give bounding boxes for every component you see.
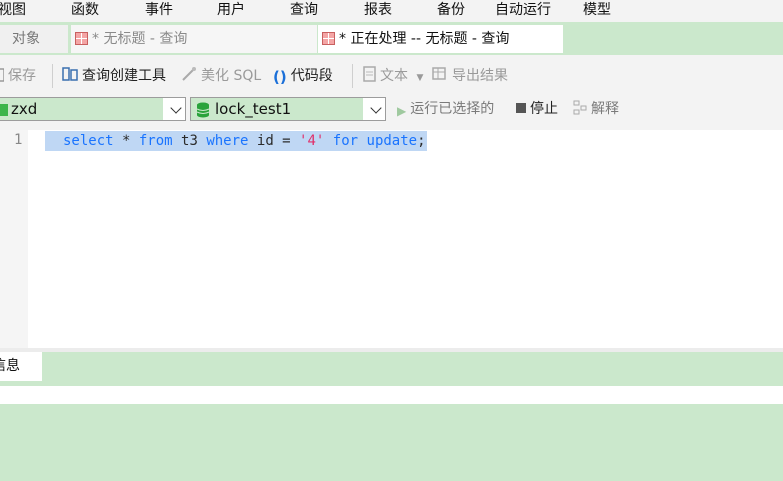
query-table-icon [75, 32, 88, 45]
beautify-sql-button[interactable]: 美化 SQL [181, 66, 261, 86]
line-number: 1 [14, 132, 23, 148]
sql-keyword: update [366, 133, 418, 149]
line-gutter: 1 [0, 130, 28, 348]
query-builder-button[interactable]: 查询创建工具 [62, 66, 166, 86]
stop-label: 停止 [530, 101, 558, 117]
save-icon [0, 68, 4, 82]
connection-bar: zxd lock_test1 ▶ 运行已选择的 停止 解释 [0, 94, 783, 126]
stop-icon [516, 103, 526, 113]
export-result-button[interactable]: 导出结果 [432, 66, 508, 86]
sql-text: id = [248, 133, 300, 149]
play-icon: ▶ [397, 104, 407, 118]
sql-text: ; [417, 133, 426, 149]
menu-backup[interactable]: 备份 [437, 0, 465, 20]
tab-query-untitled-label: * 无标题 - 查询 [92, 31, 188, 47]
tab-objects-label: 对象 [12, 31, 40, 47]
database-value: lock_test1 [191, 98, 363, 120]
save-button-label: 保存 [8, 68, 36, 84]
sql-text: * [113, 133, 139, 149]
connection-value: zxd [0, 98, 163, 120]
sql-string: '4' [299, 133, 325, 149]
menu-model[interactable]: 模型 [583, 0, 611, 20]
code-snippet-label: 代码段 [290, 68, 333, 84]
stop-button[interactable]: 停止 [516, 99, 558, 119]
code-parentheses-icon: () [273, 68, 287, 86]
result-panel-body [0, 404, 783, 481]
connection-name: zxd [11, 100, 38, 118]
query-builder-icon [62, 67, 78, 81]
sql-statement[interactable]: select * from t3 where id = '4' for upda… [45, 131, 427, 151]
menu-event[interactable]: 事件 [145, 0, 173, 20]
run-selected-button[interactable]: ▶ 运行已选择的 [397, 99, 494, 119]
beautify-sql-label: 美化 SQL [201, 68, 262, 84]
text-output-button[interactable]: 文本 ▼ [363, 66, 423, 86]
save-button[interactable]: 保存 [0, 66, 36, 86]
menu-query[interactable]: 查询 [290, 0, 318, 20]
database-name: lock_test1 [215, 100, 292, 118]
query-builder-label: 查询创建工具 [82, 68, 166, 84]
tab-objects[interactable]: 对象 [0, 25, 68, 53]
chevron-down-icon [370, 102, 382, 114]
tab-query-untitled[interactable]: * 无标题 - 查询 [71, 25, 317, 53]
explain-button[interactable]: 解释 [573, 99, 619, 119]
text-output-label: 文本 [380, 68, 408, 84]
query-table-icon [322, 32, 335, 45]
menu-function[interactable]: 函数 [71, 0, 99, 20]
tab-bar: 对象 * 无标题 - 查询 * 正在处理 -- 无标题 - 查询 [0, 22, 783, 55]
tab-query-processing[interactable]: * 正在处理 -- 无标题 - 查询 [318, 25, 563, 53]
explain-tree-icon [573, 100, 587, 115]
connection-icon [0, 104, 8, 116]
tab-query-processing-label: * 正在处理 -- 无标题 - 查询 [339, 31, 510, 47]
query-toolbar: 保存 查询创建工具 美化 SQL () 代码段 文本 ▼ 导出结果 [0, 58, 783, 92]
sql-keyword: select [63, 133, 114, 149]
sql-text: t3 [172, 133, 207, 149]
database-icon [196, 102, 210, 118]
result-tab-bar: 信息 [0, 352, 783, 386]
menu-view[interactable]: 视图 [0, 0, 26, 20]
export-grid-icon [432, 67, 446, 80]
sql-keyword: where [206, 133, 249, 149]
beautify-wand-icon [182, 67, 196, 81]
sql-editor[interactable]: 1 select * from t3 where id = '4' for up… [0, 130, 783, 348]
tab-message[interactable]: 信息 [0, 352, 42, 381]
toolbar-divider [52, 64, 53, 88]
document-icon [363, 66, 376, 82]
run-selected-label: 运行已选择的 [410, 101, 495, 117]
dropdown-arrow-icon[interactable]: ▼ [416, 73, 423, 83]
toolbar-divider [352, 64, 353, 88]
menu-report[interactable]: 报表 [364, 0, 392, 20]
chevron-down-icon [170, 102, 182, 114]
sql-keyword: from [138, 133, 173, 149]
menu-bar: 视图 函数 事件 用户 查询 报表 备份 自动运行 模型 [0, 0, 783, 22]
sql-keyword: for [332, 133, 359, 149]
tab-message-label: 信息 [0, 358, 20, 374]
code-snippet-button[interactable]: () 代码段 [273, 66, 333, 86]
result-panel-header [0, 386, 783, 404]
database-select[interactable]: lock_test1 [190, 97, 386, 121]
menu-automation[interactable]: 自动运行 [495, 0, 551, 20]
menu-user[interactable]: 用户 [217, 0, 245, 20]
connection-select[interactable]: zxd [0, 97, 186, 121]
explain-label: 解释 [591, 101, 619, 117]
export-result-label: 导出结果 [452, 68, 508, 84]
